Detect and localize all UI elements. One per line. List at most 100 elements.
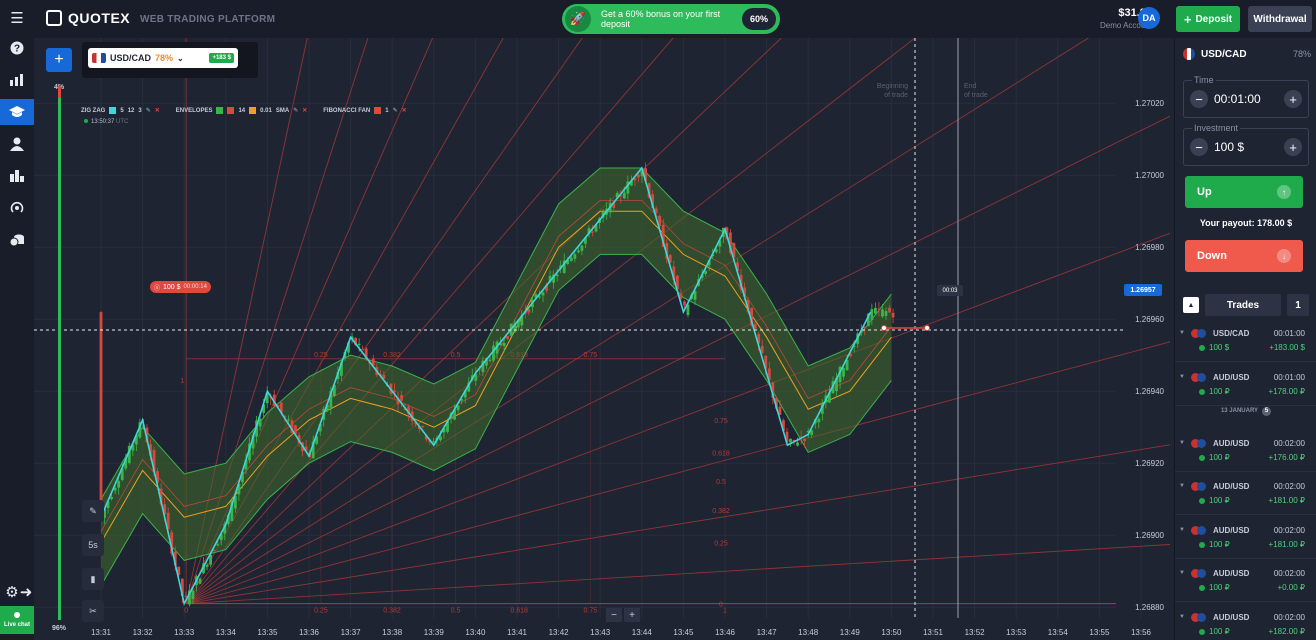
investment-field[interactable]: Investment − 100 $ + xyxy=(1183,123,1309,166)
asset-selector[interactable]: USD/CAD 78% ⌄ +183 $ xyxy=(82,42,258,78)
remove-icon[interactable]: ✕ xyxy=(302,107,307,114)
fib-level-label: 0 xyxy=(184,608,188,615)
chevron-down-icon[interactable]: ▼ xyxy=(1179,483,1185,489)
arrow-up-icon: ↑ xyxy=(1277,185,1291,199)
brand-logo[interactable]: QUOTEX xyxy=(46,10,130,26)
y-tick-label: 1.27020 xyxy=(1135,99,1164,108)
time-value[interactable]: 00:01:00 xyxy=(1214,92,1261,106)
top-bar: QUOTEX WEB TRADING PLATFORM 🚀 Get a 60% … xyxy=(34,0,1316,38)
time-decrease-button[interactable]: − xyxy=(1190,90,1208,108)
chevron-down-icon[interactable]: ▼ xyxy=(1179,570,1185,576)
chevron-down-icon[interactable]: ▼ xyxy=(1179,614,1185,620)
x-tick-label: 13:38 xyxy=(382,628,403,637)
promo-banner[interactable]: 🚀 Get a 60% bonus on your first deposit … xyxy=(562,4,780,34)
signal-icon[interactable] xyxy=(7,198,27,218)
zoom-out-button[interactable]: − xyxy=(606,608,622,622)
edit-icon[interactable]: ✎ xyxy=(293,107,298,114)
investment-increase-button[interactable]: + xyxy=(1284,138,1302,156)
zoom-controls: − + xyxy=(606,608,640,622)
time-increase-button[interactable]: + xyxy=(1284,90,1302,108)
collapse-trades-icon[interactable]: ▲ xyxy=(1183,297,1199,313)
indicator-zigzag[interactable]: ZIG ZAG 5 12 3 ✎ ✕ xyxy=(81,107,160,114)
drawing-tool-button[interactable]: ✎ xyxy=(82,500,104,522)
price-chart[interactable]: 13:31 13:32 13:33 13:34 13:35 13:36 13:37 13:38… xyxy=(34,38,1170,640)
x-tick-label: 13:36 xyxy=(299,628,320,637)
trade-row[interactable]: ▼ USD/CAD 00:01:00 100 $ +183.00 $ xyxy=(1175,322,1316,362)
withdrawal-button[interactable]: Withdrawal xyxy=(1248,6,1312,32)
svg-text:?: ? xyxy=(14,44,20,55)
x-tick-label: 13:47 xyxy=(757,628,778,637)
edit-icon[interactable]: ✎ xyxy=(393,107,398,114)
coins-icon[interactable] xyxy=(7,230,27,250)
fib-level-label: 0.75 xyxy=(583,608,597,615)
timeframe-button[interactable]: 5s xyxy=(82,534,104,556)
usd-cad-flag-icon xyxy=(92,53,106,63)
trade-pair: AUD/USD xyxy=(1213,613,1250,622)
candle-body xyxy=(683,301,686,306)
up-button[interactable]: Up ↑ xyxy=(1185,176,1303,208)
trade-row[interactable]: ▼ AUD/USD 00:02:00 100 ₽ +176.00 ₽ xyxy=(1175,432,1316,472)
exit-icon[interactable]: ➜ xyxy=(16,582,36,602)
fib-level-label: 0.382 xyxy=(383,352,401,359)
user-icon[interactable] xyxy=(7,134,27,154)
direction-up-icon xyxy=(1199,455,1205,461)
usd-cad-flag-icon xyxy=(1183,48,1195,60)
chevron-down-icon[interactable]: ▼ xyxy=(1179,374,1185,380)
chevron-down-icon[interactable]: ▼ xyxy=(1179,440,1185,446)
down-button[interactable]: Down ↓ xyxy=(1185,240,1303,272)
chart-bars-icon[interactable] xyxy=(7,70,27,90)
candle-body xyxy=(212,550,216,552)
fib-fan-line xyxy=(185,38,434,604)
envelopes-upper-color-swatch[interactable] xyxy=(216,107,224,114)
x-tick-label: 13:33 xyxy=(174,628,195,637)
indicators-button[interactable]: ✂ xyxy=(82,600,104,622)
chart-type-button[interactable]: ▮ xyxy=(82,568,104,590)
avatar[interactable]: DA xyxy=(1138,7,1160,29)
open-trade-tag[interactable]: ⓧ 100 $ 00:00:14 xyxy=(150,281,211,293)
zigzag-color-swatch[interactable] xyxy=(109,107,117,114)
trades-tab[interactable]: Trades xyxy=(1205,294,1281,316)
investment-decrease-button[interactable]: − xyxy=(1190,138,1208,156)
education-icon[interactable] xyxy=(0,99,34,125)
menu-icon[interactable]: ☰ xyxy=(7,8,27,28)
indicator-envelopes[interactable]: ENVELOPES 14 0.01 SMA ✎ ✕ xyxy=(176,107,307,114)
envelopes-lower-color-swatch[interactable] xyxy=(227,107,235,114)
trade-row[interactable]: ▼ AUD/USD 00:02:00 100 ₽ +181.00 ₽ xyxy=(1175,519,1316,559)
trade-profit: +0.00 ₽ xyxy=(1277,583,1305,592)
zoom-in-button[interactable]: + xyxy=(624,608,640,622)
x-tick-label: 13:43 xyxy=(590,628,611,637)
fib-color-swatch[interactable] xyxy=(374,107,382,114)
chart-canvas[interactable]: 13:31 13:32 13:33 13:34 13:35 13:36 13:37 13:38… xyxy=(34,38,1170,640)
asset-chip[interactable]: USD/CAD 78% ⌄ +183 $ xyxy=(88,48,238,68)
envelopes-center-color-swatch[interactable] xyxy=(249,107,257,114)
fib-fan-line xyxy=(185,38,782,604)
investment-value[interactable]: 100 $ xyxy=(1214,140,1244,154)
x-tick-label: 13:44 xyxy=(632,628,653,637)
remove-icon[interactable]: ✕ xyxy=(155,107,160,114)
trade-row[interactable]: ▼ AUD/USD 00:02:00 100 ₽ +0.00 ₽ xyxy=(1175,562,1316,602)
add-asset-button[interactable]: + xyxy=(46,48,72,72)
sentiment-buy-bar xyxy=(58,98,61,620)
x-tick-label: 13:56 xyxy=(1131,628,1152,637)
chevron-down-icon[interactable]: ▼ xyxy=(1179,330,1185,336)
chevron-down-icon[interactable]: ▼ xyxy=(1179,527,1185,533)
help-icon[interactable]: ? xyxy=(7,38,27,58)
indicator-fibonacci-fan[interactable]: FIBONACCI FAN 1 ✎ ✕ xyxy=(323,107,407,114)
edit-icon[interactable]: ✎ xyxy=(146,107,151,114)
live-chat-button[interactable]: Live chat xyxy=(0,606,34,634)
trade-row[interactable]: ▼ AUD/USD 00:01:00 100 ₽ +178.00 ₽ xyxy=(1175,366,1316,406)
fib-level-label: 0.618 xyxy=(712,450,730,457)
fib-fan-line xyxy=(186,115,1170,605)
close-icon[interactable]: ⓧ xyxy=(154,283,160,292)
y-tick-label: 1.26960 xyxy=(1135,315,1164,324)
panel-asset[interactable]: USD/CAD 78% xyxy=(1183,48,1311,60)
time-field[interactable]: Time − 00:01:00 + xyxy=(1183,75,1309,118)
sentiment-bottom: 96% xyxy=(52,625,67,632)
leaderboard-icon[interactable] xyxy=(7,166,27,186)
trade-row[interactable]: ▼ AUD/USD 00:02:00 100 ₽ +181.00 ₽ xyxy=(1175,475,1316,515)
fib-level-label: 1 xyxy=(723,608,727,615)
deposit-button[interactable]: + Deposit xyxy=(1176,6,1240,32)
remove-icon[interactable]: ✕ xyxy=(402,107,407,114)
trade-row[interactable]: ▼ AUD/USD 00:02:00 100 ₽ +182.00 ₽ xyxy=(1175,606,1316,640)
candle-body xyxy=(361,348,365,350)
